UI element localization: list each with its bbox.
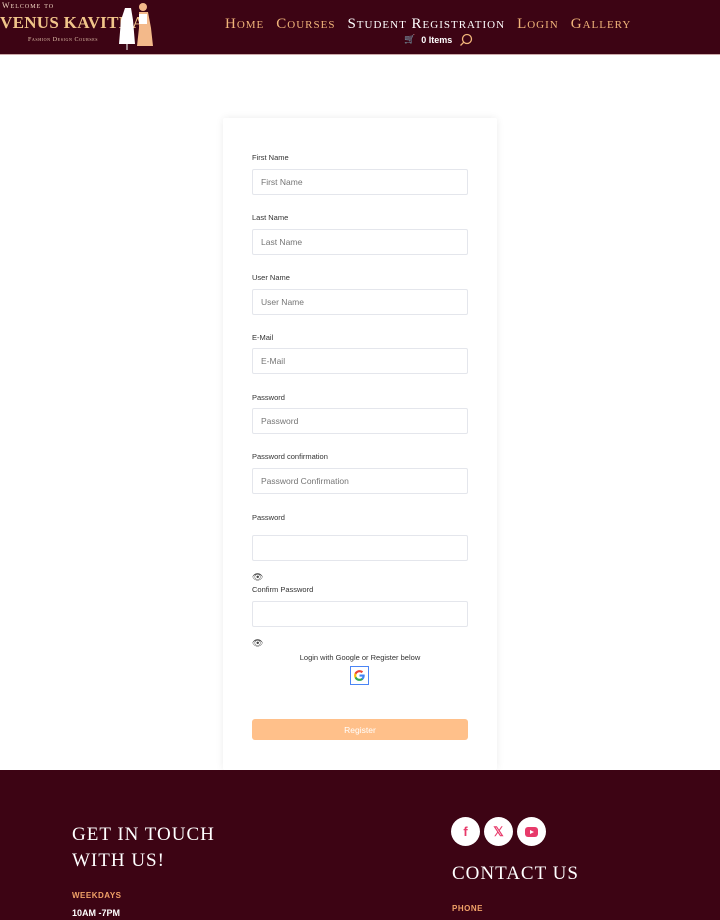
user-name-input[interactable] bbox=[252, 289, 468, 315]
weekdays-hours: 10AM -7PM bbox=[72, 908, 121, 918]
get-in-touch-line2: WITH US! bbox=[72, 850, 165, 871]
password-input[interactable] bbox=[252, 408, 468, 434]
nav-home[interactable]: Home bbox=[225, 16, 264, 33]
google-login-button[interactable] bbox=[350, 666, 369, 685]
logo-tagline: Fashion Design Courses bbox=[28, 37, 99, 43]
site-header: Welcome to VENUS KAVITHA Fashion Design … bbox=[0, 0, 720, 55]
register-button[interactable]: Register bbox=[252, 719, 468, 740]
password-confirmation-label: Password confirmation bbox=[252, 452, 328, 461]
weekdays-label: WEEKDAYS bbox=[72, 891, 122, 900]
first-name-label: First Name bbox=[252, 153, 289, 162]
show-confirm-password-icon[interactable]: 👁 bbox=[252, 638, 263, 649]
main-nav: Home Courses Student Registration Login … bbox=[225, 16, 631, 33]
confirm-password-input[interactable] bbox=[252, 601, 468, 627]
cart-link[interactable]: 🛒 0 Items bbox=[404, 34, 452, 45]
password-label: Password bbox=[252, 393, 285, 402]
confirm-password-label: Confirm Password bbox=[252, 585, 314, 594]
x-icon: 𝕏 bbox=[493, 823, 504, 839]
logo-welcome: Welcome to bbox=[2, 1, 55, 10]
cart-count: 0 Items bbox=[421, 34, 453, 45]
search-icon[interactable] bbox=[459, 33, 473, 47]
last-name-input[interactable] bbox=[252, 229, 468, 255]
nav-courses[interactable]: Courses bbox=[276, 16, 335, 33]
logo[interactable]: Welcome to VENUS KAVITHA Fashion Design … bbox=[0, 0, 160, 55]
facebook-icon: f bbox=[463, 824, 468, 839]
password-2-input[interactable] bbox=[252, 535, 468, 561]
youtube-icon bbox=[525, 826, 538, 837]
show-password-icon[interactable]: 👁 bbox=[252, 572, 263, 583]
email-label: E-Mail bbox=[252, 333, 274, 342]
email-input[interactable] bbox=[252, 348, 468, 374]
facebook-link[interactable]: f bbox=[451, 817, 480, 846]
contact-us-title: CONTACT US bbox=[452, 863, 579, 884]
user-name-label: User Name bbox=[252, 273, 290, 282]
nav-login[interactable]: Login bbox=[517, 16, 559, 33]
youtube-link[interactable] bbox=[517, 817, 546, 846]
password-2-label: Password bbox=[252, 513, 285, 522]
get-in-touch-line1: GET IN TOUCH bbox=[72, 824, 215, 845]
last-name-label: Last Name bbox=[252, 213, 289, 222]
dress-form-icon bbox=[119, 3, 153, 50]
site-footer: GET IN TOUCH WITH US! WEEKDAYS 10AM -7PM… bbox=[0, 770, 720, 920]
google-note: Login with Google or Register below bbox=[299, 653, 421, 662]
cart-icon: 🛒 bbox=[404, 34, 416, 44]
first-name-input[interactable] bbox=[252, 169, 468, 195]
x-link[interactable]: 𝕏 bbox=[484, 817, 513, 846]
phone-label: PHONE bbox=[452, 904, 483, 913]
nav-gallery[interactable]: Gallery bbox=[571, 16, 632, 33]
nav-student-registration[interactable]: Student Registration bbox=[347, 16, 505, 33]
google-icon bbox=[354, 670, 365, 681]
password-confirmation-input[interactable] bbox=[252, 468, 468, 494]
registration-form: First Name Last Name User Name E-Mail Pa… bbox=[223, 118, 497, 770]
